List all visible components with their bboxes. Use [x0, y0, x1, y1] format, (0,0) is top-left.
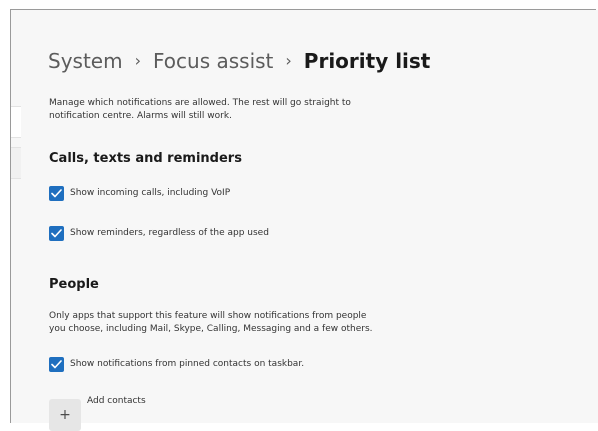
breadcrumb: System › Focus assist › Priority list — [48, 44, 430, 78]
section-title-people: People — [49, 277, 99, 292]
checkmark-icon — [51, 188, 62, 197]
checkbox-pinned-contacts[interactable] — [49, 356, 64, 372]
checkbox-row-pinned-contacts[interactable]: Show notifications from pinned contacts … — [49, 356, 304, 372]
add-contacts-label[interactable]: Add contacts — [87, 396, 146, 406]
checkmark-icon — [51, 359, 62, 368]
intro-line: notification centre. Alarms will still w… — [49, 111, 232, 121]
checkbox-row-incoming-calls[interactable]: Show incoming calls, including VoIP — [49, 185, 230, 201]
people-desc-line: Only apps that support this feature will… — [49, 311, 367, 321]
checkbox-label: Show incoming calls, including VoIP — [70, 188, 231, 198]
section-title-calls: Calls, texts and reminders — [49, 151, 242, 166]
chevron-right-icon: › — [134, 50, 141, 70]
checkbox-incoming-calls[interactable] — [49, 185, 64, 201]
checkbox-label: Show reminders, regardless of the app us… — [70, 228, 269, 238]
page-title: Priority list — [303, 49, 431, 73]
breadcrumb-focus-assist[interactable]: Focus assist — [153, 49, 273, 73]
breadcrumb-system[interactable]: System — [48, 49, 123, 73]
settings-window: System › Focus assist › Priority list Ma… — [0, 0, 598, 431]
sidebar-item[interactable] — [11, 106, 21, 138]
add-contacts-button[interactable]: + — [49, 399, 81, 431]
chevron-right-icon: › — [285, 50, 292, 70]
window-border-top — [10, 9, 596, 10]
plus-icon: + — [59, 407, 71, 423]
sidebar-item[interactable] — [11, 147, 21, 179]
content-pane: System › Focus assist › Priority list Ma… — [11, 10, 598, 431]
checkbox-reminders[interactable] — [49, 225, 64, 241]
checkbox-row-reminders[interactable]: Show reminders, regardless of the app us… — [49, 225, 269, 241]
checkmark-icon — [51, 228, 62, 237]
people-description: Only apps that support this feature will… — [49, 310, 389, 336]
people-desc-line: you choose, including Mail, Skype, Calli… — [49, 324, 373, 334]
window-border-left — [10, 9, 11, 423]
add-contacts-row: + Add contacts — [49, 395, 146, 431]
intro-line: Manage which notifications are allowed. … — [49, 98, 351, 108]
checkbox-label: Show notifications from pinned contacts … — [70, 359, 305, 369]
intro-description: Manage which notifications are allowed. … — [49, 97, 389, 123]
